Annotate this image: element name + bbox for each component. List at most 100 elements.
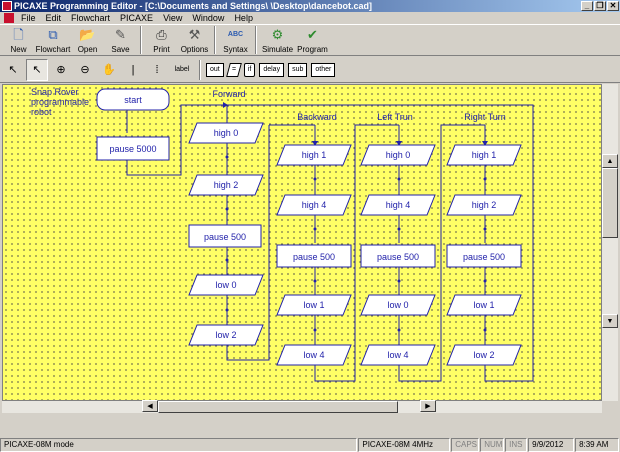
toolbar-separator <box>255 26 257 54</box>
status-chip: PICAXE-08M 4MHz <box>358 438 451 452</box>
backward-step[interactable]: low 4 <box>276 344 352 366</box>
left-turn-step[interactable]: pause 500 <box>360 244 436 268</box>
scroll-right-button[interactable]: ▶ <box>420 400 436 412</box>
main-toolbar: 🗋 New ⧉ Flowchart 📂 Open ✎ Save ⎙ Print … <box>0 24 620 56</box>
options-button[interactable]: ⚒ Options <box>178 25 211 55</box>
menu-file[interactable]: File <box>16 12 41 24</box>
left-turn-label: Left Trun <box>377 112 413 122</box>
left-turn-step[interactable]: low 4 <box>360 344 436 366</box>
syntax-button[interactable]: ABC Syntax <box>219 25 252 55</box>
step-label: high 2 <box>214 180 239 190</box>
step-label: low 0 <box>215 280 236 290</box>
flowchart-canvas[interactable]: Snap Rover programmable robot start paus… <box>3 85 601 400</box>
delay-shape-button[interactable]: delay <box>259 62 285 77</box>
options-icon: ⚒ <box>188 27 201 42</box>
scroll-down-button[interactable]: ▼ <box>602 314 618 328</box>
menu-flowchart[interactable]: Flowchart <box>66 12 115 24</box>
menu-window[interactable]: Window <box>187 12 229 24</box>
forward-step[interactable]: pause 500 <box>188 224 262 248</box>
document-icon[interactable] <box>4 13 14 23</box>
menu-view[interactable]: View <box>158 12 187 24</box>
step-label: pause 500 <box>463 252 505 262</box>
if-shape-label: if <box>247 65 252 73</box>
left-turn-step[interactable]: high 0 <box>360 144 436 166</box>
restore-button[interactable]: ❐ <box>594 1 606 11</box>
status-bar: PICAXE-08M mode PICAXE-08M 4MHz CAPS NUM… <box>0 438 620 452</box>
other-shape-button[interactable]: other <box>311 62 336 77</box>
right-turn-step[interactable]: high 2 <box>446 194 522 216</box>
toolbar-separator <box>140 26 142 54</box>
forward-step[interactable]: high 0 <box>188 122 264 144</box>
toolbar-separator <box>214 26 216 54</box>
if-shape-button[interactable]: if <box>243 62 256 77</box>
menu-help[interactable]: Help <box>229 12 258 24</box>
menu-edit[interactable]: Edit <box>41 12 67 24</box>
flowchart-canvas-frame: Snap Rover programmable robot start paus… <box>2 84 602 401</box>
scroll-left-button[interactable]: ◀ <box>142 400 158 412</box>
connector-dots <box>225 155 487 332</box>
print-button[interactable]: ⎙ Print <box>145 25 178 55</box>
right-turn-step[interactable]: low 2 <box>446 344 522 366</box>
printer-icon: ⎙ <box>156 27 167 42</box>
print-button-label: Print <box>153 45 170 54</box>
pause-5000-label: pause 5000 <box>109 144 156 154</box>
pointer-tool-icon[interactable]: ↖ <box>26 58 48 81</box>
window-controls: _ ❐ ✕ <box>581 1 619 11</box>
zoom-in-icon[interactable]: ⊕ <box>50 59 72 81</box>
zoom-out-icon[interactable]: ⊖ <box>74 59 96 81</box>
forward-step[interactable]: high 2 <box>188 174 264 196</box>
flowchart-button[interactable]: ⧉ Flowchart <box>35 25 71 55</box>
backward-step[interactable]: high 4 <box>276 194 352 216</box>
program-button[interactable]: ✔ Program <box>295 25 330 55</box>
note-line-3: robot <box>31 107 52 117</box>
select-arrow-icon[interactable]: ↖ <box>2 59 24 81</box>
out-shape-button[interactable]: out <box>206 62 224 77</box>
status-date: 9/9/2012 <box>528 438 575 452</box>
flowchart-toolbar: ↖ ↖ ⊕ ⊖ ✋ | ⁞ label out = if delay sub o… <box>0 57 620 83</box>
vertical-scrollbar[interactable]: ▲ ▼ <box>602 84 618 401</box>
step-label: pause 500 <box>204 232 246 242</box>
start-label: start <box>124 95 142 105</box>
vertical-scroll-thumb[interactable] <box>602 168 618 238</box>
label-tool-icon[interactable]: label <box>170 59 194 81</box>
close-button[interactable]: ✕ <box>607 1 619 11</box>
new-button-label: New <box>10 45 27 54</box>
horizontal-scroll-thumb[interactable] <box>158 401 398 413</box>
step-label: pause 500 <box>377 252 419 262</box>
scroll-up-button[interactable]: ▲ <box>602 154 618 168</box>
other-shape-label: other <box>315 65 332 73</box>
out-shape-label: out <box>210 65 220 73</box>
left-turn-step[interactable]: high 4 <box>360 194 436 216</box>
sub-shape-label: sub <box>292 65 304 73</box>
minimize-button[interactable]: _ <box>581 1 593 11</box>
forward-step[interactable]: low 0 <box>188 274 264 296</box>
connector-tool-icon[interactable]: ⁞ <box>146 59 168 81</box>
left-turn-step[interactable]: low 0 <box>360 294 436 316</box>
program-button-label: Program <box>297 45 328 54</box>
flowchart-diagram: Snap Rover programmable robot start paus… <box>31 87 534 382</box>
backward-step[interactable]: low 1 <box>276 294 352 316</box>
step-label: high 4 <box>386 200 411 210</box>
right-turn-step[interactable]: high 1 <box>446 144 522 166</box>
horizontal-scrollbar[interactable]: ◀ ▶ <box>2 400 602 413</box>
right-turn-step[interactable]: low 1 <box>446 294 522 316</box>
step-label: low 1 <box>473 300 494 310</box>
toolbar-separator <box>199 59 201 80</box>
forward-step[interactable]: low 2 <box>188 324 264 346</box>
open-button[interactable]: 📂 Open <box>71 25 104 55</box>
simulate-button[interactable]: ⚙ Simulate <box>260 25 295 55</box>
start-node[interactable]: start <box>96 88 170 111</box>
status-time: 8:39 AM <box>575 438 619 452</box>
menu-picaxe[interactable]: PICAXE <box>115 12 158 24</box>
sub-shape-button[interactable]: sub <box>288 62 308 77</box>
step-label: low 4 <box>387 350 408 360</box>
save-button[interactable]: ✎ Save <box>104 25 137 55</box>
line-tool-icon[interactable]: | <box>122 59 144 81</box>
pan-hand-icon[interactable]: ✋ <box>98 59 120 81</box>
right-turn-step[interactable]: pause 500 <box>446 244 522 268</box>
let-shape-button[interactable]: = <box>225 62 242 77</box>
pause-5000-node[interactable]: pause 5000 <box>96 136 170 161</box>
backward-step[interactable]: pause 500 <box>276 244 352 268</box>
new-button[interactable]: 🗋 New <box>2 25 35 55</box>
backward-step[interactable]: high 1 <box>276 144 352 166</box>
